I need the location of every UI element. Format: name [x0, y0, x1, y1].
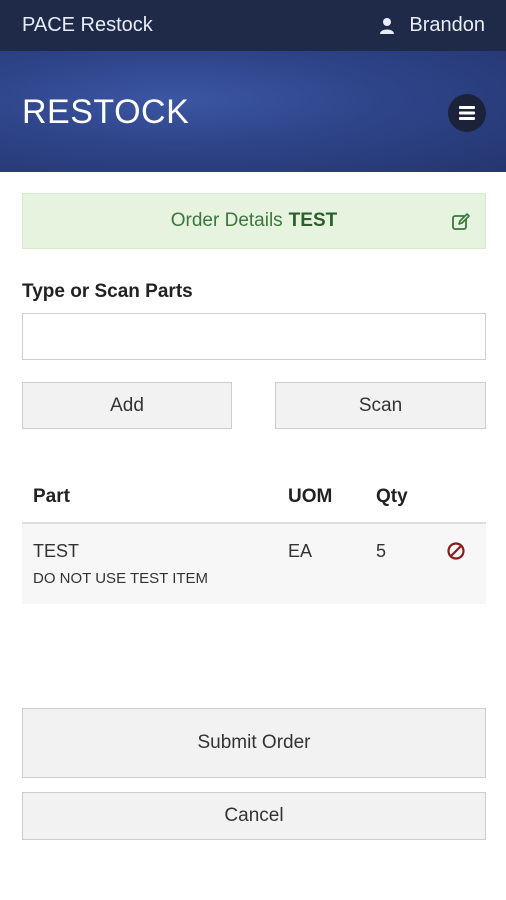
- user-name: Brandon: [409, 14, 485, 36]
- column-header-uom: UOM: [288, 486, 333, 507]
- user-icon: [379, 17, 395, 35]
- top-bar: PACE Restock Brandon: [0, 0, 506, 51]
- add-button[interactable]: Add: [22, 382, 232, 429]
- cancel-button[interactable]: Cancel: [22, 792, 486, 840]
- edit-icon[interactable]: [451, 212, 471, 232]
- remove-circle-icon[interactable]: [446, 541, 466, 561]
- order-details-alert: Order Details TEST: [22, 193, 486, 249]
- hamburger-menu-icon: [459, 106, 475, 120]
- qty-cell: 5: [376, 541, 387, 561]
- page-title: RESTOCK: [22, 93, 190, 131]
- parts-input-label: Type or Scan Parts: [22, 281, 193, 302]
- order-name: TEST: [288, 210, 338, 231]
- part-description: DO NOT USE TEST ITEM: [33, 570, 209, 587]
- table-row: TEST DO NOT USE TEST ITEM EA 5: [22, 524, 486, 604]
- part-cell: TEST: [33, 541, 80, 561]
- parts-input[interactable]: [22, 313, 486, 360]
- user-menu[interactable]: Brandon: [379, 14, 485, 37]
- submit-order-button[interactable]: Submit Order: [22, 708, 486, 778]
- scan-button[interactable]: Scan: [275, 382, 486, 429]
- uom-cell: EA: [288, 541, 313, 561]
- menu-button[interactable]: [448, 94, 486, 132]
- column-header-qty: Qty: [376, 486, 408, 507]
- order-details-label: Order Details: [170, 210, 283, 231]
- column-header-part: Part: [33, 486, 70, 507]
- app-title: PACE Restock: [22, 14, 153, 36]
- page-banner: RESTOCK: [0, 51, 506, 172]
